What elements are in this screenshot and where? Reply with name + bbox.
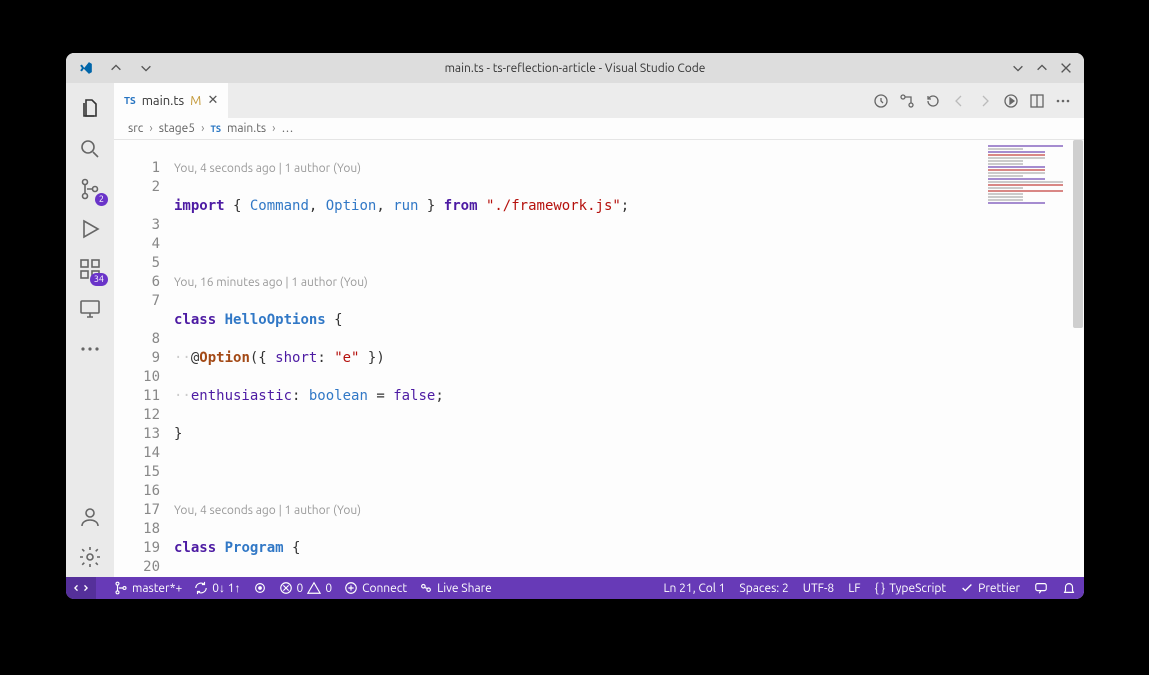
tab-label: main.ts [142,94,184,108]
live-share-button[interactable]: Live Share [419,581,492,595]
breadcrumb-item[interactable]: stage5 [159,122,195,135]
chevron-right-icon: › [201,122,204,135]
notifications-icon[interactable] [1062,581,1076,595]
compare-changes-icon[interactable] [898,92,916,110]
connect-button[interactable]: Connect [344,581,407,595]
scrollbar-thumb[interactable] [1073,140,1083,328]
timeline-icon[interactable] [872,92,890,110]
breadcrumb-item[interactable]: … [282,122,294,135]
codelens[interactable]: You, 16 minutes ago | 1 author (You) [174,273,1084,292]
modified-indicator: M [190,94,201,108]
breadcrumb[interactable]: src › stage5 › TS main.ts › … [114,118,1084,140]
ports-icon[interactable] [253,581,267,595]
chrome-minimize-icon[interactable] [1008,58,1028,78]
chrome-close-icon[interactable] [1056,58,1076,78]
split-editor-icon[interactable] [1028,92,1046,110]
activity-bar: 2 34 [66,83,114,577]
more-actions-icon[interactable] [1054,92,1072,110]
feedback-icon[interactable] [1034,581,1048,595]
run-debug-icon[interactable] [66,209,114,249]
run-file-icon[interactable] [1002,92,1020,110]
breadcrumb-item[interactable]: main.ts [227,122,266,135]
encoding[interactable]: UTF-8 [803,582,834,595]
problems[interactable]: 0 0 [279,581,333,595]
vscode-window: main.ts - ts-reflection-article - Visual… [66,53,1084,599]
language-mode[interactable]: { }TypeScript [875,582,947,595]
line-numbers: 1 2 3 4 5 6 7 8 9 10 11 12 1 [114,140,174,577]
editor-actions [860,83,1084,118]
extensions-badge: 34 [90,273,108,286]
expand-down-icon[interactable] [136,58,156,78]
git-branch[interactable]: master*+ [114,581,182,595]
codelens[interactable]: You, 4 seconds ago | 1 author (You) [174,501,1084,520]
collapse-up-icon[interactable] [106,58,126,78]
next-change-icon[interactable] [976,92,994,110]
chevron-right-icon: › [149,122,152,135]
source-control-icon[interactable]: 2 [66,169,114,209]
explorer-icon[interactable] [66,89,114,129]
codelens[interactable]: You, 4 seconds ago | 1 author (You) [174,159,1084,178]
typescript-icon: TS [210,124,221,134]
search-icon[interactable] [66,129,114,169]
typescript-icon: TS [124,95,136,106]
status-bar: master*+ 0↓ 1↑ 0 0 Connect Live Share Ln… [66,577,1084,599]
chrome-maximize-icon[interactable] [1032,58,1052,78]
revert-icon[interactable] [924,92,942,110]
extensions-icon[interactable]: 34 [66,249,114,289]
indentation[interactable]: Spaces: 2 [739,582,788,595]
tab-main-ts[interactable]: TS main.ts M ✕ [114,83,228,118]
sync-status[interactable]: 0↓ 1↑ [194,581,240,595]
editor[interactable]: 1 2 3 4 5 6 7 8 9 10 11 12 1 [114,140,1084,577]
settings-gear-icon[interactable] [66,537,114,577]
close-icon[interactable]: ✕ [207,93,218,108]
window-title: main.ts - ts-reflection-article - Visual… [66,62,1084,75]
scm-badge: 2 [95,193,108,206]
chevron-right-icon: › [272,122,275,135]
breadcrumb-item[interactable]: src [128,122,143,135]
prettier-status[interactable]: Prettier [960,581,1020,595]
cursor-position[interactable]: Ln 21, Col 1 [663,582,725,595]
vscode-logo-icon [76,58,96,78]
editor-group: TS main.ts M ✕ src [114,83,1084,577]
eol[interactable]: LF [848,582,860,595]
remote-indicator[interactable] [66,577,96,599]
more-icon[interactable] [66,329,114,369]
prev-change-icon[interactable] [950,92,968,110]
titlebar: main.ts - ts-reflection-article - Visual… [66,53,1084,83]
remote-explorer-icon[interactable] [66,289,114,329]
code-content[interactable]: You, 4 seconds ago | 1 author (You) impo… [174,140,1084,577]
vertical-scrollbar[interactable] [1072,140,1084,577]
accounts-icon[interactable] [66,497,114,537]
tab-bar: TS main.ts M ✕ [114,83,1084,118]
